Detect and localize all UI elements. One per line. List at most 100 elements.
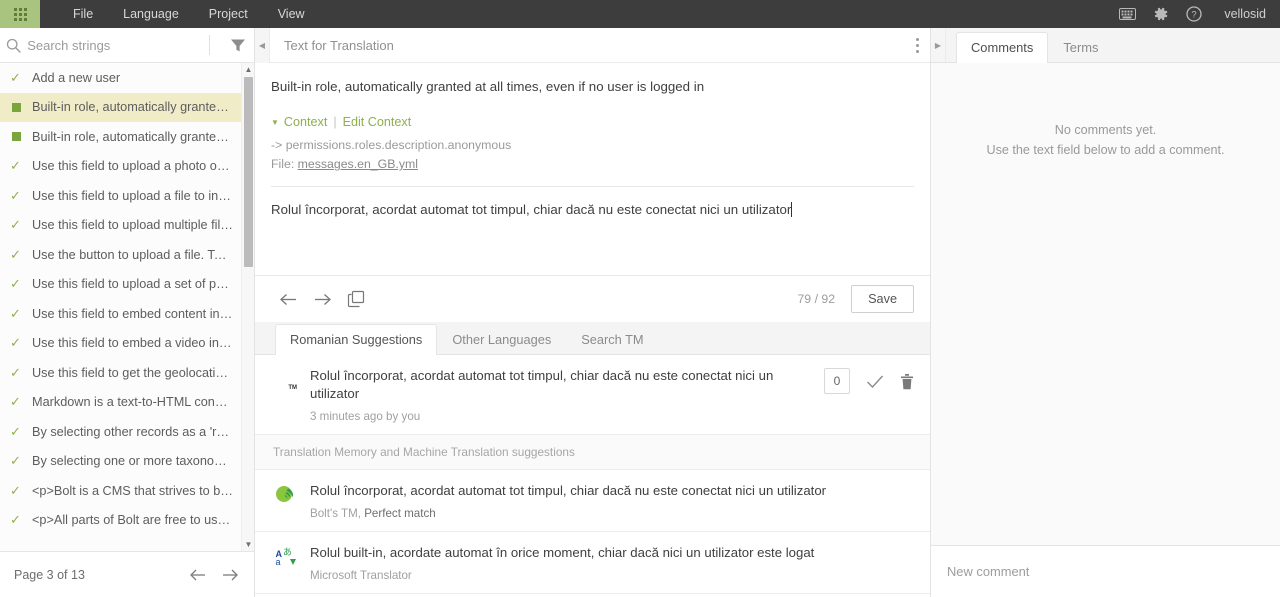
comments-panel-tab[interactable]: Terms <box>1048 32 1113 63</box>
status-square-icon <box>10 132 32 141</box>
suggestion-text[interactable]: Rolul încorporat, acordat automat tot ti… <box>310 482 914 500</box>
suggestion-actions: 0 <box>824 367 914 395</box>
source-block: Built-in role, automatically granted at … <box>255 63 930 188</box>
string-item-label: Use this field to upload a photo or i... <box>32 159 233 174</box>
string-list-item[interactable]: ✓ Use this field to embed a video insid..… <box>0 329 241 359</box>
username-label[interactable]: vellosid <box>1224 7 1266 21</box>
string-item-label: Use this field to upload multiple files.… <box>32 218 233 233</box>
comments-empty-state: No comments yet. Use the text field belo… <box>931 63 1280 545</box>
microsoft-translator-icon: A あ a <box>273 544 298 569</box>
empty-state-line-1: No comments yet. <box>1054 123 1157 137</box>
check-icon[interactable] <box>866 374 884 389</box>
caret-down-icon[interactable]: ▼ <box>271 118 279 127</box>
string-list-item[interactable]: Built-in role, automatically granted a..… <box>0 92 241 122</box>
string-list-item[interactable]: ✓ Add a new user <box>0 63 241 93</box>
string-list-item[interactable]: ✓ Use this field to upload a photo or i..… <box>0 152 241 182</box>
search-icon <box>0 38 27 53</box>
translation-value: Rolul încorporat, acordat automat tot ti… <box>271 202 792 218</box>
status-check-icon: ✓ <box>10 305 21 321</box>
string-list-item[interactable]: ✓ Markdown is a text-to-HTML conver... <box>0 388 241 418</box>
translation-textarea[interactable]: Rolul încorporat, acordat automat tot ti… <box>255 187 930 275</box>
menu-item-view[interactable]: View <box>263 0 320 28</box>
tm-source-name: Bolt's TM, <box>310 506 361 520</box>
context-toggle[interactable]: Context <box>284 115 327 129</box>
vote-count-box[interactable]: 0 <box>824 368 850 395</box>
string-item-label: <p>Bolt is a CMS that strives to be si..… <box>32 483 233 498</box>
string-list-item[interactable]: ✓ By selecting one or more taxonomie... <box>0 447 241 477</box>
scroll-up-icon[interactable]: ▲ <box>242 63 254 76</box>
mt-suggestion-row[interactable]: A あ a Rolul built-in, acordate automat î… <box>255 532 930 594</box>
suggestion-text[interactable]: Rolul built-in, acordate automat în oric… <box>310 544 914 562</box>
search-input[interactable] <box>27 37 204 53</box>
search-row <box>0 28 254 63</box>
previous-string-button[interactable] <box>271 284 305 314</box>
context-file-row: File: messages.en_GB.yml <box>271 157 914 171</box>
page-indicator: Page 3 of 13 <box>14 567 85 582</box>
status-check-icon: ✓ <box>10 512 21 528</box>
bolt-tm-icon <box>273 482 298 507</box>
suggestion-meta: 3 minutes ago by you <box>310 409 421 423</box>
status-check-icon: ✓ <box>10 423 21 439</box>
help-icon[interactable]: ? <box>1185 6 1202 23</box>
status-check-icon: ✓ <box>10 276 21 292</box>
gear-icon[interactable] <box>1152 6 1169 23</box>
file-label: File: <box>271 157 295 172</box>
character-counter: 79 / 92 <box>797 292 836 307</box>
main-menu: File Language Project View <box>58 0 320 28</box>
keyboard-icon[interactable] <box>1119 6 1137 23</box>
kebab-menu-icon[interactable] <box>904 28 930 63</box>
new-comment-input[interactable] <box>945 563 1266 580</box>
chevron-left-icon[interactable]: ◀ <box>255 27 270 63</box>
suggestion-body: Rolul built-in, acordate automat în oric… <box>310 544 914 582</box>
string-list-item[interactable]: ✓ Use this field to get the geolocation .… <box>0 358 241 388</box>
strings-scroll-area: ✓ Add a new user Built-in role, automatica… <box>0 63 241 551</box>
app-switcher-button[interactable] <box>0 0 40 28</box>
string-list-item[interactable]: ✓ By selecting other records as a 'relat.… <box>0 417 241 447</box>
suggestion-tabs: Romanian Suggestions Other Languages Searc… <box>255 322 930 356</box>
user-suggestion-row[interactable]: TM Rolul încorporat, acordat automat tot… <box>255 355 930 435</box>
translation-panel: ◀ Text for Translation Built-in role, au… <box>255 27 931 597</box>
suggestion-tab[interactable]: Romanian Suggestions <box>275 324 438 356</box>
editor-toolbar: 79 / 92 Save <box>255 275 930 322</box>
copy-source-icon[interactable] <box>339 284 373 314</box>
string-list-item[interactable]: Built-in role, automatically granted t..… <box>0 122 241 152</box>
string-list-item[interactable]: ✓ Use this field to upload a file to incl… <box>0 181 241 211</box>
string-list-item[interactable]: ✓ Use this field to embed content insi... <box>0 299 241 329</box>
sidebar-scrollbar[interactable]: ▲ ▼ <box>241 63 254 551</box>
edit-context-link[interactable]: Edit Context <box>343 115 412 129</box>
tm-suggestion-row[interactable]: Rolul încorporat, acordat automat tot ti… <box>255 470 930 532</box>
trash-icon[interactable] <box>900 373 914 390</box>
menu-item-project[interactable]: Project <box>194 0 263 28</box>
comments-tabs: Comments Terms <box>946 28 1113 63</box>
suggestion-tab[interactable]: Search TM <box>566 324 658 355</box>
string-list-item[interactable]: ✓ Use this field to upload multiple files… <box>0 211 241 241</box>
menu-item-file[interactable]: File <box>58 0 108 28</box>
string-list-item[interactable]: ✓ Use this field to upload a set of phot.… <box>0 270 241 300</box>
save-button[interactable]: Save <box>851 285 914 314</box>
suggestion-text[interactable]: Rolul încorporat, acordat automat tot ti… <box>310 367 810 403</box>
next-string-button[interactable] <box>305 284 339 314</box>
status-check-icon: ✓ <box>10 335 21 351</box>
next-page-button[interactable] <box>221 568 240 582</box>
string-list-item[interactable]: ✓ <p>All parts of Bolt are free to use u.… <box>0 506 241 536</box>
scrollbar-thumb[interactable] <box>244 77 253 267</box>
suggestion-tab[interactable]: Other Languages <box>437 324 566 355</box>
avatar-tm-badge: TM <box>287 385 298 393</box>
string-list-item[interactable]: ✓ <p>Bolt is a CMS that strives to be si.… <box>0 476 241 506</box>
suggestion-body: Rolul încorporat, acordat automat tot ti… <box>310 367 810 423</box>
translation-editor-app: File Language Project View ? vellosid Se… <box>0 0 1280 597</box>
menu-item-language[interactable]: Language <box>108 0 194 28</box>
string-item-label: Built-in role, automatically granted a..… <box>32 100 233 115</box>
status-check-icon: ✓ <box>10 394 21 410</box>
tm-match-quality: Perfect match <box>364 506 436 520</box>
file-name-link[interactable]: messages.en_GB.yml <box>298 157 418 171</box>
grid-apps-icon <box>13 7 27 21</box>
translation-panel-header: ◀ Text for Translation <box>255 27 930 63</box>
comments-panel-tab[interactable]: Comments <box>956 32 1049 63</box>
filter-funnel-icon[interactable] <box>222 38 254 53</box>
chevron-right-icon[interactable]: ▶ <box>931 28 946 62</box>
string-item-label: Use this field to embed a video insid... <box>32 336 233 351</box>
prev-page-button[interactable] <box>188 568 207 582</box>
scroll-down-icon[interactable]: ▼ <box>242 538 254 551</box>
string-list-item[interactable]: ✓ Use the button to upload a file. To s..… <box>0 240 241 270</box>
